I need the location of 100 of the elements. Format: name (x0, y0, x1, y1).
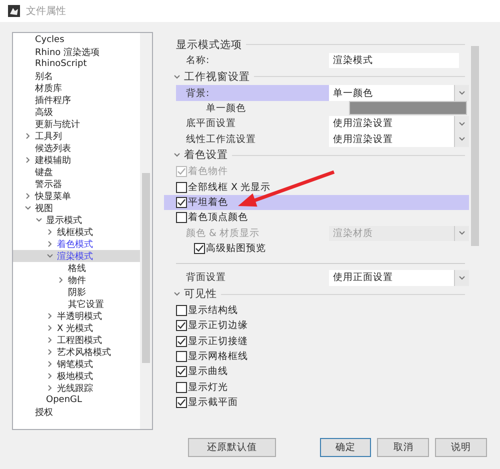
tree-item[interactable]: 极地模式 (57, 370, 93, 382)
dropdown[interactable]: 使用渲染设置 (329, 116, 469, 132)
scrollbar[interactable] (140, 33, 152, 429)
tree-item[interactable]: 快显菜单 (35, 190, 71, 202)
tree-item[interactable]: 阴影 (68, 286, 86, 298)
tree-item[interactable]: 光线跟踪 (57, 382, 93, 394)
caret-down-icon[interactable] (47, 253, 53, 259)
caret-down-icon[interactable] (459, 120, 465, 127)
checkbox[interactable] (176, 320, 187, 332)
tree-item[interactable]: 其它设置 (68, 298, 104, 310)
caret-down-icon[interactable] (174, 74, 180, 80)
tree-item[interactable]: 工具列 (35, 130, 62, 142)
checkbox[interactable] (176, 351, 187, 362)
tree-item[interactable]: 更新与统计 (35, 118, 80, 130)
tree-item[interactable]: 候选列表 (35, 142, 71, 154)
checkbox[interactable] (176, 304, 187, 316)
field-label: 背面设置 (185, 271, 227, 286)
caret-down-icon[interactable] (36, 217, 42, 223)
tree-item[interactable]: Rhino 渲染选项 (35, 46, 100, 58)
caret-down-icon[interactable] (459, 230, 465, 236)
checkbox-label: 显示正切接缝 (188, 334, 248, 348)
checkbox-label: 着色物件 (188, 165, 228, 178)
tree-item[interactable]: 线框模式 (57, 226, 93, 238)
caret-right-icon[interactable] (58, 277, 64, 283)
dropdown[interactable]: 使用正面设置 (329, 270, 469, 286)
tree-item[interactable]: X 光模式 (57, 322, 94, 334)
tree-item[interactable]: OpenGL (46, 395, 82, 405)
tree-item[interactable]: 渲染模式 (57, 250, 93, 262)
checkbox[interactable] (176, 182, 187, 193)
name-field[interactable]: 渲染模式 (329, 53, 459, 68)
caret-down-icon[interactable] (25, 205, 31, 211)
caret-down-icon[interactable] (174, 152, 180, 158)
dropdown[interactable]: 使用渲染设置 (329, 132, 469, 147)
section-title: 可见性 (184, 287, 217, 302)
color-swatch[interactable] (349, 101, 467, 116)
tree-item[interactable]: 工程图模式 (57, 334, 102, 346)
tree-item[interactable]: 着色模式 (57, 238, 93, 250)
caret-down-icon[interactable] (459, 274, 465, 281)
caret-right-icon[interactable] (47, 373, 53, 379)
checkbox-label: 显示曲线 (188, 365, 228, 378)
tree-item[interactable]: RhinoScript (35, 59, 87, 69)
checkbox[interactable] (176, 336, 187, 347)
caret-down-icon[interactable] (459, 136, 465, 142)
dialog-button[interactable]: 说明 (435, 438, 487, 457)
checkbox[interactable] (176, 397, 187, 408)
tree-item[interactable]: 警示器 (35, 178, 62, 190)
field-label: 线性工作流设置 (185, 132, 257, 147)
tree-item[interactable]: 高级 (35, 106, 53, 118)
field-label: 背景: (176, 85, 329, 101)
checkbox-label: 全部线框 X 光显示 (188, 180, 271, 194)
caret-right-icon[interactable] (47, 241, 53, 247)
caret-right-icon[interactable] (47, 349, 53, 355)
dialog-button[interactable]: 确定 (320, 438, 372, 457)
tree-item[interactable]: 键盘 (35, 166, 53, 178)
dialog-button[interactable]: 取消 (377, 438, 430, 457)
tree-item[interactable]: 插件程序 (35, 94, 71, 106)
checkbox-label: 显示截平面 (188, 396, 238, 410)
checkbox[interactable] (176, 382, 187, 393)
checkbox-label: 显示网格框线 (188, 350, 248, 364)
field-label: 底平面设置 (185, 117, 237, 132)
caret-right-icon[interactable] (47, 229, 53, 235)
section-title: 工作视窗设置 (184, 70, 250, 84)
checkbox[interactable] (194, 243, 205, 254)
tree-item[interactable]: 别名 (35, 70, 53, 82)
dropdown[interactable]: 单一颜色 (329, 85, 469, 101)
checkbox-label: 高级贴图预览 (206, 242, 266, 256)
dialog-button[interactable]: 还原默认值 (188, 438, 276, 457)
tree-item[interactable]: 材质库 (35, 82, 62, 94)
caret-down-icon[interactable] (174, 291, 180, 298)
caret-right-icon[interactable] (25, 193, 31, 199)
tree-item[interactable]: 格线 (68, 262, 86, 274)
selected-tree-row[interactable]: 渲染模式 (13, 250, 140, 262)
caret-right-icon[interactable] (47, 325, 53, 331)
caret-right-icon[interactable] (47, 361, 53, 367)
caret-right-icon[interactable] (47, 385, 53, 391)
field-label: 名称: (185, 54, 210, 68)
window-title: 文件属性 (26, 4, 66, 18)
checkbox[interactable] (176, 196, 187, 208)
tree-item[interactable]: 物件 (68, 274, 86, 286)
caret-right-icon[interactable] (47, 337, 53, 343)
caret-down-icon[interactable] (459, 90, 465, 96)
section-title: 显示模式选项 (176, 38, 242, 52)
tree-item[interactable]: Cycles (35, 35, 64, 45)
tree-item[interactable]: 艺术风格模式 (57, 346, 111, 358)
checkbox[interactable] (176, 366, 187, 378)
checkbox-label: 显示灯光 (188, 380, 228, 394)
tree-item[interactable]: 显示模式 (46, 214, 82, 226)
caret-right-icon[interactable] (47, 313, 53, 319)
tree-item[interactable]: 钢笔模式 (57, 358, 93, 370)
checkbox-label: 显示正切边缘 (188, 319, 248, 332)
checkbox[interactable] (176, 212, 187, 224)
tree-item[interactable]: 半透明模式 (57, 310, 102, 322)
caret-right-icon[interactable] (25, 133, 31, 139)
section-title: 着色设置 (184, 148, 228, 162)
checkbox-label: 显示结构线 (188, 304, 238, 317)
tree-item[interactable]: 建模辅助 (35, 154, 71, 166)
tree-item[interactable]: 视图 (35, 202, 53, 214)
tree-item[interactable]: 授权 (35, 406, 53, 418)
checkbox-label: 着色顶点颜色 (188, 211, 248, 224)
caret-right-icon[interactable] (25, 157, 31, 163)
